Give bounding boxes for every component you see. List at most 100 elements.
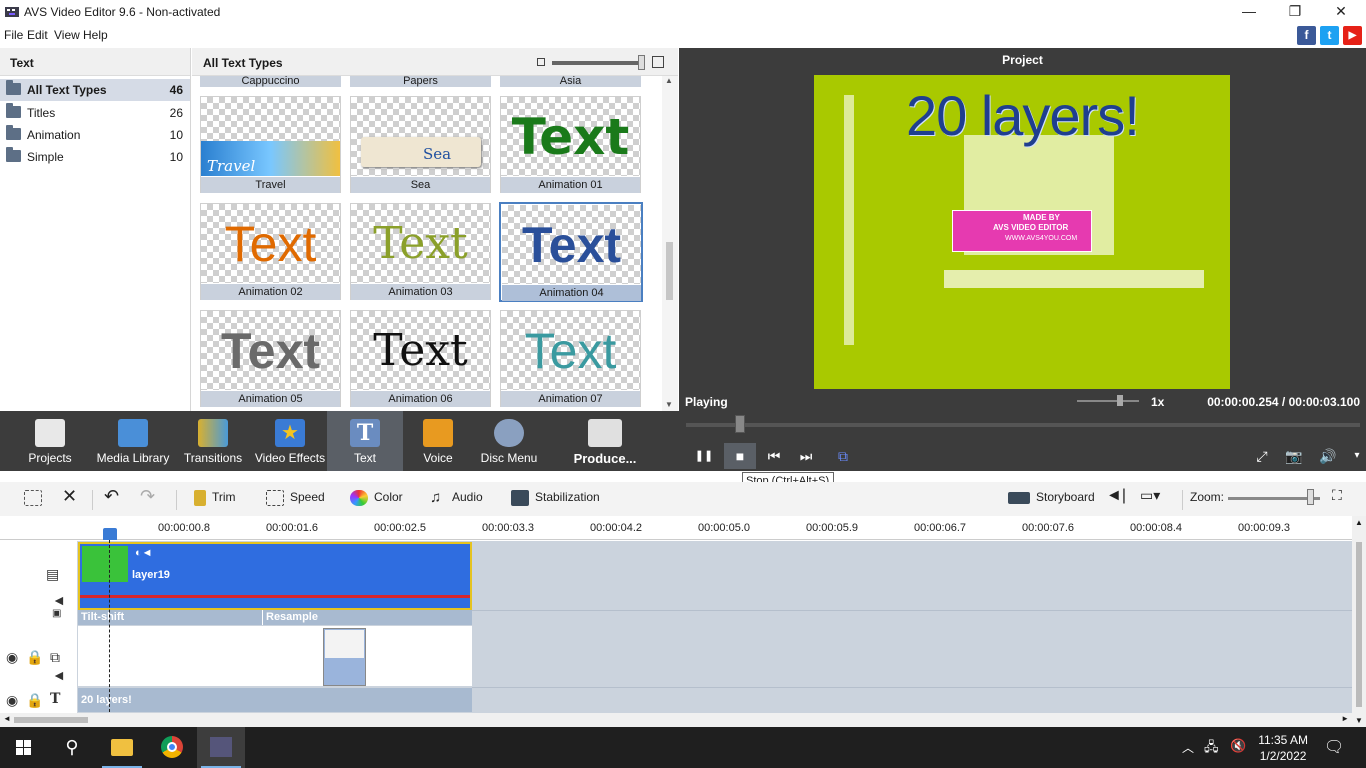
video-effects-button[interactable]: ★ Video Effects bbox=[254, 411, 326, 471]
system-clock[interactable]: 11:35 AM 1/2/2022 bbox=[1258, 732, 1308, 764]
text-template-sea[interactable]: Sea Sea bbox=[350, 96, 491, 193]
previous-frame-button[interactable]: ⏮ bbox=[758, 443, 790, 469]
overlay-track[interactable] bbox=[78, 626, 472, 686]
audio-mixer-icon[interactable]: ◄| bbox=[1106, 487, 1126, 505]
speed-button[interactable]: Speed bbox=[266, 490, 325, 506]
facebook-icon[interactable]: f bbox=[1297, 26, 1316, 45]
text-template-animation-02[interactable]: Text Animation 02 bbox=[200, 203, 341, 300]
storyboard-button[interactable]: Storyboard bbox=[1008, 490, 1095, 504]
maximize-button[interactable]: ❐ bbox=[1272, 0, 1318, 24]
audio-mute-icon[interactable]: ◄ bbox=[52, 592, 66, 608]
small-thumb-icon[interactable] bbox=[537, 58, 545, 66]
next-frame-button[interactable]: ⏭ bbox=[790, 443, 822, 469]
tray-chevron-icon[interactable]: ︿ bbox=[1182, 739, 1194, 756]
chrome-icon[interactable] bbox=[148, 727, 196, 768]
snapshot-icon[interactable]: 📷 bbox=[1278, 443, 1310, 469]
select-icon[interactable] bbox=[24, 490, 48, 506]
text-track-clip[interactable]: 20 layers! bbox=[78, 688, 472, 712]
media-library-button[interactable]: Media Library bbox=[96, 411, 170, 471]
menu-help[interactable]: Help bbox=[83, 28, 108, 42]
playhead-marker[interactable] bbox=[103, 528, 117, 540]
category-all-text-types[interactable]: All Text Types 46 bbox=[0, 79, 190, 101]
voice-button[interactable]: Voice bbox=[408, 411, 468, 471]
redo-icon[interactable]: ↷ bbox=[140, 486, 155, 507]
overlay-audio-icon[interactable]: ◄ bbox=[52, 667, 66, 683]
minimize-button[interactable]: — bbox=[1226, 0, 1272, 24]
seek-handle[interactable] bbox=[734, 415, 745, 433]
windows-start-icon[interactable] bbox=[0, 727, 48, 768]
hscroll-thumb[interactable] bbox=[14, 717, 88, 723]
audio-clip[interactable] bbox=[78, 584, 472, 610]
effect-resample[interactable]: Resample bbox=[266, 611, 318, 623]
text-button[interactable]: T Text bbox=[327, 411, 403, 471]
menu-view[interactable]: View bbox=[54, 28, 80, 42]
file-explorer-icon[interactable] bbox=[98, 727, 146, 768]
trim-button[interactable]: Trim bbox=[194, 490, 236, 506]
text-template-animation-07[interactable]: Text Animation 07 bbox=[500, 310, 641, 407]
preview-screen[interactable]: MADE BY AVS VIDEO EDITOR WWW.AVS4YOU.COM… bbox=[814, 75, 1230, 389]
zoom-slider-handle[interactable] bbox=[1307, 489, 1314, 505]
chevron-down-icon[interactable]: ▾ bbox=[1341, 443, 1366, 469]
disc-menu-button[interactable]: Disc Menu bbox=[478, 411, 540, 471]
stop-button[interactable]: ■ bbox=[724, 443, 756, 469]
lock-icon[interactable]: 🔒 bbox=[26, 649, 43, 666]
scroll-right-icon[interactable]: ► bbox=[1341, 714, 1349, 723]
text-template-animation-03[interactable]: Text Animation 03 bbox=[350, 203, 491, 300]
monitor-icon[interactable]: ▭▾ bbox=[1140, 487, 1160, 504]
gallery-caption[interactable]: Cappuccino bbox=[200, 76, 341, 87]
gallery-caption[interactable]: Papers bbox=[350, 76, 491, 87]
delete-icon[interactable]: ✕ bbox=[62, 486, 77, 507]
gallery-scrollbar[interactable]: ▲ ▼ bbox=[662, 76, 678, 411]
category-simple[interactable]: Simple 10 bbox=[0, 146, 190, 168]
text-template-animation-05[interactable]: Text Animation 05 bbox=[200, 310, 341, 407]
menu-edit[interactable]: Edit bbox=[27, 28, 48, 42]
projects-button[interactable]: Projects bbox=[14, 411, 86, 471]
vscroll-thumb[interactable] bbox=[1356, 542, 1362, 707]
pause-button[interactable]: ❚❚ bbox=[688, 443, 720, 469]
twitter-icon[interactable]: t bbox=[1320, 26, 1339, 45]
color-button[interactable]: Color bbox=[350, 490, 403, 506]
effects-track[interactable]: Tilt-shift Resample bbox=[78, 610, 472, 625]
category-animation[interactable]: Animation 10 bbox=[0, 124, 190, 146]
scroll-up-icon[interactable]: ▲ bbox=[665, 76, 673, 85]
text-template-travel[interactable]: Travel Travel bbox=[200, 96, 341, 193]
gallery-caption[interactable]: Asia bbox=[500, 76, 641, 87]
avs-taskbar-icon[interactable] bbox=[197, 727, 245, 768]
timeline-hscrollbar[interactable]: ◄ ► bbox=[0, 713, 1352, 727]
transitions-button[interactable]: Transitions bbox=[178, 411, 248, 471]
undo-icon[interactable]: ↶ bbox=[104, 486, 119, 507]
volume-icon[interactable]: 🔊 bbox=[1312, 443, 1344, 469]
menu-file[interactable]: File bbox=[4, 28, 23, 42]
scroll-down-icon[interactable]: ▼ bbox=[665, 400, 673, 409]
text-template-animation-04[interactable]: Text Animation 04 bbox=[499, 202, 643, 302]
text-template-animation-01[interactable]: Text Animation 01 bbox=[500, 96, 641, 193]
volume-muted-icon[interactable]: 🔇 bbox=[1230, 738, 1246, 754]
text-template-animation-06[interactable]: Text Animation 06 bbox=[350, 310, 491, 407]
seek-bar[interactable] bbox=[686, 423, 1360, 427]
scroll-up-icon[interactable]: ▲ bbox=[1355, 518, 1363, 527]
close-button[interactable]: ✕ bbox=[1318, 0, 1364, 24]
youtube-icon[interactable]: ▶ bbox=[1343, 26, 1362, 45]
large-thumb-icon[interactable] bbox=[652, 56, 664, 68]
speed-slider-handle[interactable] bbox=[1117, 395, 1123, 406]
overlay-clip[interactable] bbox=[323, 628, 366, 686]
timeline-vscrollbar[interactable]: ▲ ▼ bbox=[1352, 516, 1366, 727]
speed-slider[interactable] bbox=[1077, 400, 1139, 402]
stabilization-button[interactable]: Stabilization bbox=[511, 490, 600, 506]
thumb-size-slider-handle[interactable] bbox=[638, 55, 645, 70]
scroll-left-icon[interactable]: ◄ bbox=[3, 714, 11, 723]
notification-icon[interactable]: 🗨 bbox=[1324, 737, 1344, 757]
timeline-ruler[interactable]: 00:00:00.8 00:00:01.6 00:00:02.5 00:00:0… bbox=[0, 516, 1352, 540]
produce-button[interactable]: Produce... bbox=[566, 411, 644, 471]
scroll-down-icon[interactable]: ▼ bbox=[1355, 716, 1363, 725]
visibility-eye-icon[interactable]: ◉ bbox=[6, 692, 18, 709]
fullscreen-icon[interactable]: ⤢ bbox=[1246, 443, 1278, 469]
network-icon[interactable]: 🖧 bbox=[1204, 738, 1219, 760]
fit-timeline-icon[interactable]: ⛶ bbox=[1332, 487, 1342, 504]
thumb-size-slider[interactable] bbox=[552, 61, 644, 65]
gallery-scroll-thumb[interactable] bbox=[666, 242, 673, 300]
video-clip[interactable]: ◐◄ layer19 bbox=[78, 542, 472, 584]
category-titles[interactable]: Titles 26 bbox=[0, 102, 190, 124]
lock-icon[interactable]: 🔒 bbox=[26, 692, 43, 709]
effect-tilt-shift[interactable]: Tilt-shift bbox=[81, 611, 124, 623]
